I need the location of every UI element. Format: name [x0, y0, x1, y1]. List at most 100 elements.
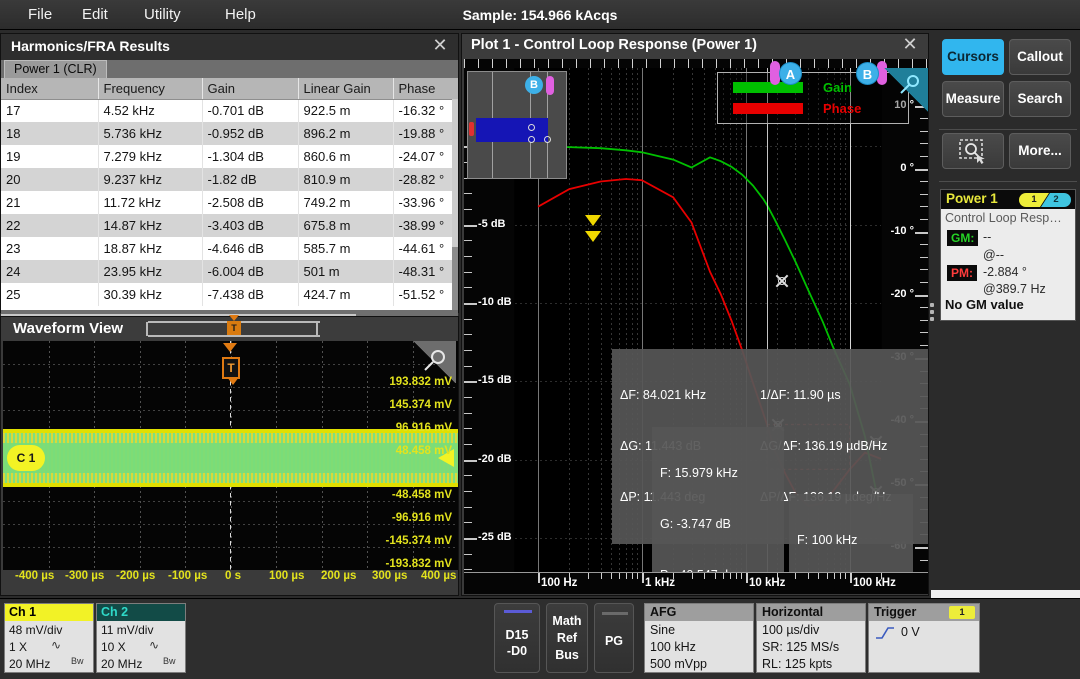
gain-axis-minor-tick — [464, 287, 472, 288]
phase-axis-minor-tick — [920, 143, 928, 144]
fra-vertical-scrollbar[interactable] — [452, 99, 458, 312]
afg-frequency: 100 kHz — [650, 640, 696, 654]
waveform-x-label: 100 µs — [269, 570, 304, 582]
frequency-axis-label: 10 kHz — [749, 577, 785, 589]
phase-axis-minor-tick — [920, 219, 928, 220]
frequency-axis-minor-tick — [840, 573, 841, 579]
minimap-cursor-handle[interactable] — [546, 76, 554, 95]
afg-title: AFG — [645, 604, 753, 621]
gain-axis-minor-tick — [464, 319, 472, 320]
waveform-grid[interactable]: T C 1 193.832 mV145.374 mV96.916 mV48.45… — [3, 341, 458, 570]
navigator-trigger-handle[interactable]: T — [227, 321, 241, 337]
cursor-a-readout-callout[interactable]: F: 15.979 kHz G: -3.747 dB P: -40.547 de… — [652, 427, 784, 594]
gain-axis-label: -20 dB — [478, 453, 512, 465]
close-icon[interactable]: ✕ — [430, 36, 450, 56]
measurement-badge-panel[interactable]: Power 1 1 2 Control Loop Resp… GM: -- @-… — [940, 189, 1076, 321]
channel-1-vdiv: 48 mV/div — [9, 623, 62, 637]
search-button[interactable]: Search — [1009, 81, 1071, 117]
pg-button[interactable]: PG — [594, 603, 634, 673]
table-row[interactable]: 2111.72 kHz-2.508 dB749.2 m-33.96 ° — [1, 191, 458, 214]
tab-power-1-clr[interactable]: Power 1 (CLR) — [4, 60, 107, 78]
trigger-source-pill: 1 — [949, 606, 975, 619]
waveform-y-label: 48.458 mV — [396, 445, 452, 457]
horizontal-card[interactable]: Horizontal 100 µs/div SR: 125 MS/s RL: 1… — [756, 603, 866, 673]
minimap-cursor-b-badge[interactable]: B — [525, 76, 543, 94]
phase-trace-cursor-icon[interactable] — [585, 231, 601, 242]
gain-axis-tick — [464, 460, 477, 462]
cursors-button[interactable]: Cursors — [942, 39, 1004, 75]
table-row[interactable]: 2318.87 kHz-4.646 dB585.7 m-44.61 ° — [1, 237, 458, 260]
fra-scroll-thumb[interactable] — [452, 247, 458, 311]
frequency-axis-minor-tick — [601, 573, 602, 579]
measure-button[interactable]: Measure — [942, 81, 1004, 117]
channel-1-bw: 20 MHz — [9, 657, 50, 671]
table-row[interactable]: 2530.39 kHz-7.438 dB424.7 m-51.52 ° — [1, 283, 458, 306]
cell-linear-gain: 810.9 m — [298, 168, 393, 191]
cell-index: 22 — [1, 214, 98, 237]
channel-2-card[interactable]: Ch 2 11 mV/div 10 X ∿ 20 MHz Bw — [96, 603, 186, 673]
cursor-b-badge[interactable]: B — [856, 62, 879, 85]
frequency-axis-minor-tick — [881, 573, 882, 579]
pm-value: -2.884 ° — [983, 265, 1027, 279]
table-row[interactable]: 2423.95 kHz-6.004 dB501 m-48.31 ° — [1, 260, 458, 283]
plot-zoom-corner-icon[interactable] — [884, 68, 928, 112]
close-icon[interactable]: ✕ — [900, 35, 920, 55]
waveform-x-label: -200 µs — [116, 570, 155, 582]
phase-axis-minor-tick — [920, 282, 928, 283]
table-row[interactable]: 197.279 kHz-1.304 dB860.6 m-24.07 ° — [1, 145, 458, 168]
waveform-x-label: -300 µs — [65, 570, 104, 582]
cell-frequency: 9.237 kHz — [98, 168, 202, 191]
ch1-ground-badge[interactable]: C 1 — [7, 445, 45, 471]
marker-gain-a-ring — [778, 277, 786, 285]
phase-axis-minor-tick — [920, 269, 928, 270]
digital-channels-button[interactable]: D15 -D0 — [494, 603, 540, 673]
col-header-frequency[interactable]: Frequency — [98, 78, 202, 99]
plot-minimap[interactable]: B — [467, 71, 567, 179]
phase-axis-tick — [915, 169, 928, 171]
plot-body[interactable]: 0 dB-5 dB-10 dB-15 dB-20 dB-25 dB 10 °0 … — [464, 59, 928, 594]
waveform-navigator-bar[interactable]: T — [146, 322, 318, 336]
waveform-time-axis: -400 µs-300 µs-200 µs-100 µs0 s100 µs200… — [3, 570, 458, 590]
phase-axis-label: 0 ° — [900, 162, 914, 174]
table-row[interactable]: 209.237 kHz-1.82 dB810.9 m-28.82 ° — [1, 168, 458, 191]
fra-results-table[interactable]: Index Frequency Gain Linear Gain Phase 1… — [1, 78, 458, 312]
callout-button[interactable]: Callout — [1009, 39, 1071, 75]
col-header-linear-gain[interactable]: Linear Gain — [298, 78, 393, 99]
frequency-axis-tick — [850, 573, 852, 583]
col-header-gain[interactable]: Gain — [202, 78, 298, 99]
math-ref-bus-button[interactable]: Math Ref Bus — [546, 603, 588, 673]
frequency-axis-minor-tick — [619, 573, 620, 579]
plot-frequency-axis: 100 Hz1 kHz10 kHz100 kHz — [464, 572, 928, 594]
cell-index: 19 — [1, 145, 98, 168]
cursor-b-frequency: F: 100 kHz — [797, 532, 905, 549]
table-row[interactable]: 174.52 kHz-0.701 dB922.5 m-16.32 ° — [1, 99, 458, 122]
zoom-select-button[interactable] — [942, 133, 1004, 169]
cursor-a-badge[interactable]: A — [779, 62, 802, 85]
pm-at: @389.7 Hz — [983, 282, 1046, 296]
cell-index: 24 — [1, 260, 98, 283]
gain-trace-cursor-icon[interactable] — [585, 215, 601, 226]
channel-1-atten: 1 X — [9, 640, 27, 654]
col-header-index[interactable]: Index — [1, 78, 98, 99]
cell-gain: -0.952 dB — [202, 122, 298, 145]
table-row[interactable]: 2214.87 kHz-3.403 dB675.8 m-38.99 ° — [1, 214, 458, 237]
table-row[interactable]: 185.736 kHz-0.952 dB896.2 m-19.88 ° — [1, 122, 458, 145]
gain-axis-label: -25 dB — [478, 531, 512, 543]
cell-frequency: 5.736 kHz — [98, 122, 202, 145]
waveform-view-header: Waveform View T — [1, 317, 458, 341]
channel-1-card[interactable]: Ch 1 48 mV/div 1 X ∿ 20 MHz Bw — [4, 603, 94, 673]
cell-gain: -4.646 dB — [202, 237, 298, 260]
legend-label-phase: Phase — [823, 101, 861, 116]
phase-axis-minor-tick — [920, 244, 928, 245]
cell-linear-gain: 896.2 m — [298, 122, 393, 145]
trigger-marker[interactable]: T — [222, 357, 240, 379]
afg-card[interactable]: AFG Sine 100 kHz 500 mVpp — [644, 603, 754, 673]
cell-index: 23 — [1, 237, 98, 260]
minimap-marker-2 — [528, 136, 535, 143]
cell-phase: -16.32 ° — [393, 99, 458, 122]
bandwidth-limit-icon-2: Bw — [163, 656, 176, 666]
col-header-phase[interactable]: Phase — [393, 78, 458, 99]
cell-gain: -2.508 dB — [202, 191, 298, 214]
more-button[interactable]: More... — [1009, 133, 1071, 169]
trigger-card[interactable]: Trigger 1 0 V — [868, 603, 980, 673]
